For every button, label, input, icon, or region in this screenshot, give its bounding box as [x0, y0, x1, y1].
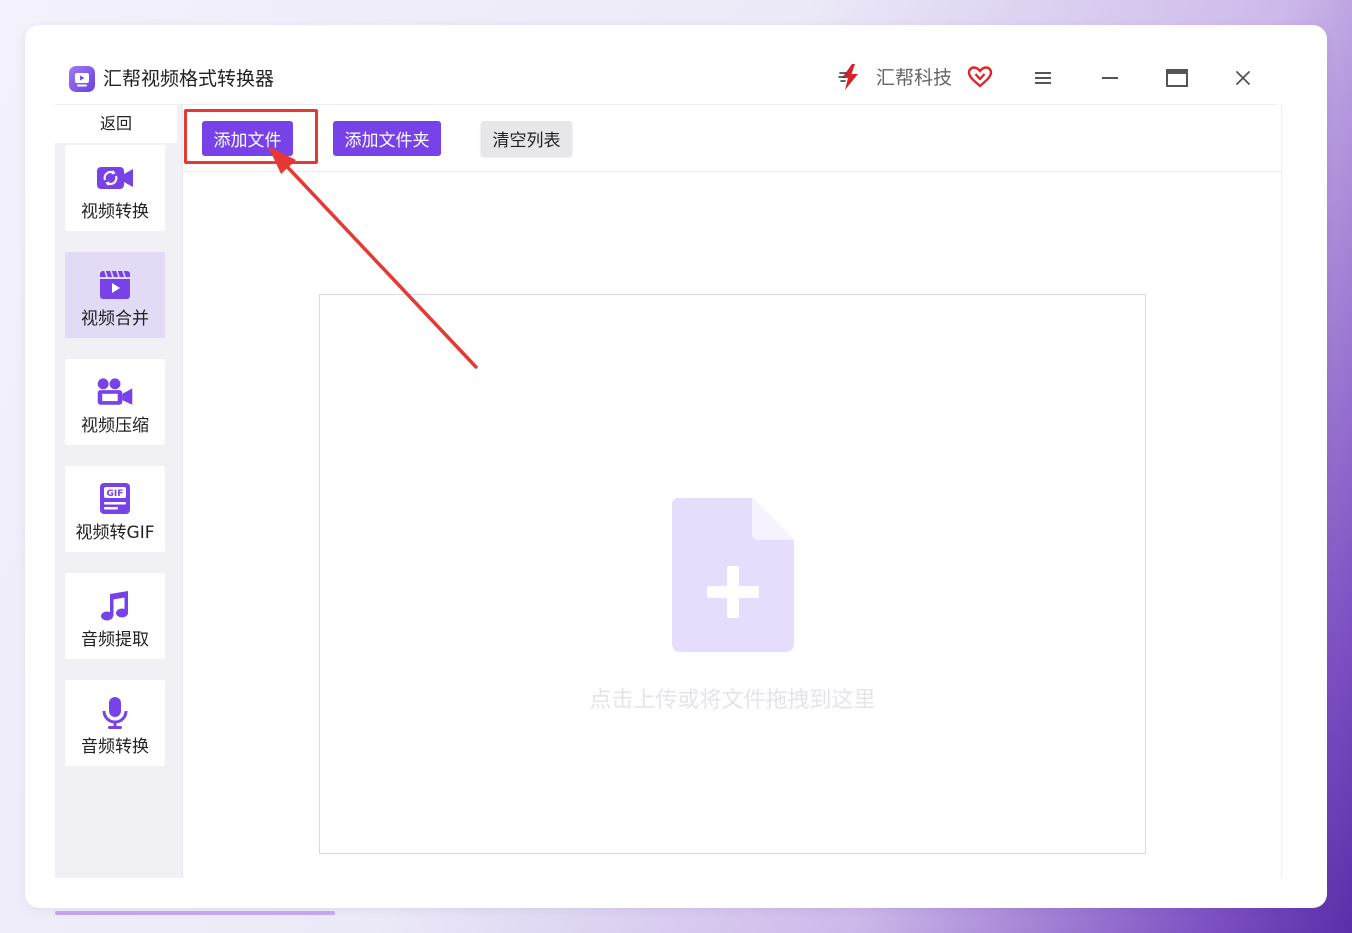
app-logo-icon [69, 66, 95, 92]
video-merge-icon [100, 270, 130, 299]
sidebar-item-audio-extract[interactable]: 音频提取 [65, 573, 165, 659]
gif-icon: GIF [100, 483, 130, 514]
menu-button[interactable] [1029, 64, 1057, 92]
sidebar-item-label: 音频转换 [81, 737, 149, 757]
back-link[interactable]: 返回 [55, 105, 177, 143]
music-note-icon [101, 591, 128, 621]
sidebar-item-audio-convert[interactable]: 音频转换 [65, 680, 165, 766]
sidebar-item-video-convert[interactable]: 视频转换 [65, 145, 165, 231]
sidebar-item-label: 视频转GIF [75, 523, 155, 543]
microphone-icon [102, 697, 128, 729]
sidebar-item-label: 音频提取 [81, 630, 149, 650]
menu-icon [1035, 72, 1051, 84]
maximize-button[interactable] [1163, 64, 1191, 92]
sidebar-item-video-compress[interactable]: 视频压缩 [65, 359, 165, 445]
clear-list-button[interactable]: 清空列表 [481, 121, 572, 156]
close-button[interactable] [1229, 64, 1257, 92]
vip-heart-icon[interactable] [967, 64, 993, 90]
app-window: 汇帮视频格式转换器 汇帮科技 返回 视频转换 视频合并 视频压缩 GIF 视频转… [55, 50, 1301, 878]
add-folder-button[interactable]: 添加文件夹 [333, 121, 441, 156]
progress-line [55, 911, 335, 915]
brand-name: 汇帮科技 [876, 67, 953, 89]
toolbar: 添加文件 添加文件夹 清空列表 [183, 105, 1281, 172]
sidebar-item-label: 视频压缩 [81, 416, 149, 436]
sidebar-item-label: 视频转换 [81, 202, 149, 222]
sidebar-item-video-merge[interactable]: 视频合并 [65, 252, 165, 338]
app-title: 汇帮视频格式转换器 [103, 68, 275, 90]
sidebar-item-label: 视频合并 [81, 309, 149, 329]
minimize-icon [1102, 77, 1118, 79]
close-icon [1236, 71, 1250, 85]
file-add-icon [672, 498, 794, 652]
minimize-button[interactable] [1096, 64, 1124, 92]
drop-zone-hint: 点击上传或将文件拖拽到这里 [589, 688, 876, 713]
video-compress-icon [97, 378, 133, 405]
sidebar: 返回 视频转换 视频合并 视频压缩 GIF 视频转GIF 音频提取 音频转换 [55, 105, 183, 878]
annotation-highlight-box [184, 109, 318, 164]
video-convert-icon [97, 167, 133, 189]
titlebar: 汇帮视频格式转换器 汇帮科技 [55, 50, 1277, 105]
file-drop-zone[interactable]: 点击上传或将文件拖拽到这里 [319, 294, 1146, 854]
main-panel: 添加文件 添加文件夹 清空列表 点击上传或将文件拖拽到这里 [183, 105, 1282, 878]
svg-text:GIF: GIF [107, 489, 124, 499]
brand-logo-icon [838, 64, 858, 90]
maximize-icon [1166, 69, 1188, 87]
sidebar-item-video-to-gif[interactable]: GIF 视频转GIF [65, 466, 165, 552]
